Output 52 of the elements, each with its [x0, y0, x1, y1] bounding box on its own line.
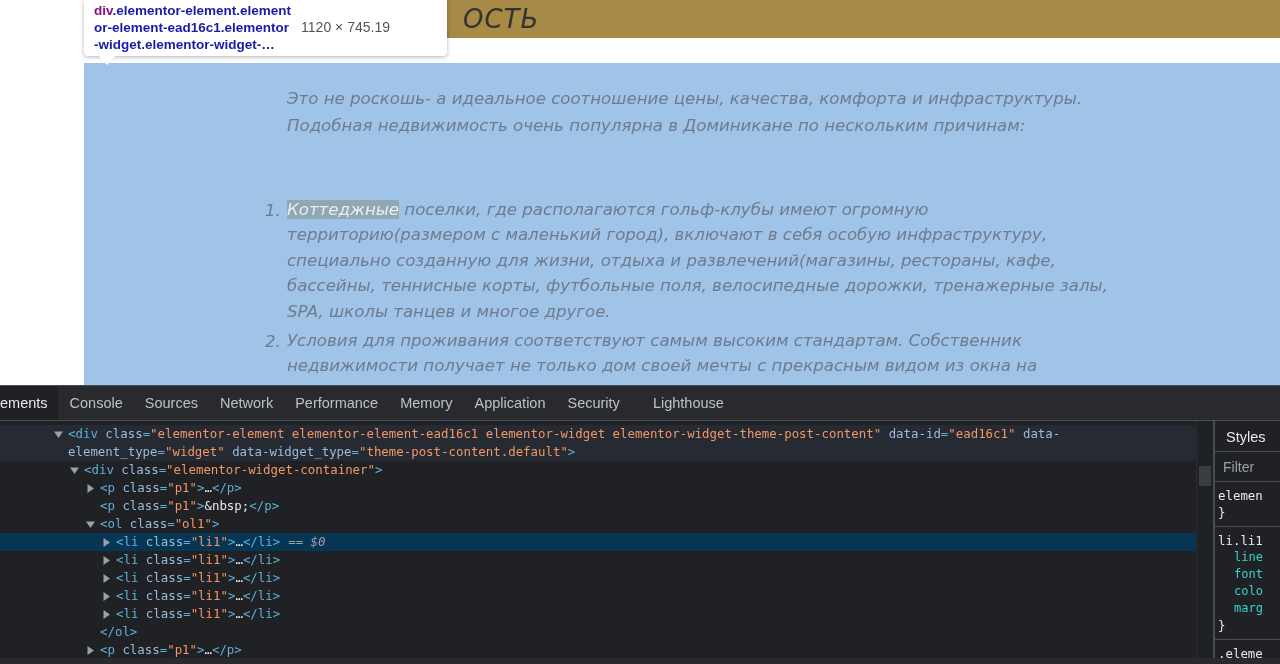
css-property: colo [1233, 583, 1264, 600]
dom-node-code: <p class="p1">…</p> [100, 641, 242, 658]
dom-node-row[interactable]: <ol class="ol1"> [0, 515, 1196, 533]
css-property: line [1233, 549, 1264, 566]
css-selector: .eleme [1218, 645, 1264, 658]
dom-node-row[interactable]: <li class="li1">…</li> [0, 569, 1196, 587]
devtools-tab[interactable]: Network [208, 386, 285, 420]
dom-node-code: <ol class="ol1"> [100, 515, 220, 533]
dom-node-row[interactable]: <li class="li1">…</li> == $0 [0, 533, 1196, 551]
list-item-text: Условия для проживания соответствуют самым высоким стандартам. Собственник недвижимости получает не только дом своей мечты с прекрасным видом из окна на [287, 330, 1039, 378]
dom-node-row[interactable]: <li class="li1">…</li> [0, 587, 1196, 605]
devtools-tab[interactable]: Memory [389, 386, 464, 420]
devtools-tab[interactable]: Lighthouse [641, 386, 735, 420]
dom-node-row[interactable]: <li class="li1">…</li> [0, 551, 1196, 569]
list-item-text: Коттеджные поселки, где располагаются гольф-клубы имеют огромную территорию(размером с маленький город), включают в себя особую инфраструктуру, специально созданную для жизни, отдыха и развлечений(магазины, рестораны, кафе, бассейны, теннисные корты, футбольные поля, велосипедные дорожки, тренажерные залы, SPA, школы танцев и многое другое. [287, 199, 1109, 323]
dom-node-row[interactable] [0, 425, 1196, 461]
dom-node-code: <li class="li1">…</li> [116, 533, 281, 551]
css-property: marg [1233, 600, 1264, 617]
dom-node-code: <li class="li1">…</li> [116, 587, 281, 605]
devtools-tab[interactable]: ements [0, 386, 58, 420]
devtools-tab[interactable]: Console [58, 386, 134, 420]
page-heading: ОСТЬ [463, 3, 541, 36]
scrollbar-thumb[interactable] [1199, 466, 1211, 486]
element-size: 1120 × 745.19 [301, 19, 390, 37]
dom-node-code: <p class="p1">&nbsp;</p> [100, 497, 280, 515]
devtools-tab[interactable]: Security [556, 386, 631, 420]
dom-node-row[interactable]: <p class="p1">…</p> [0, 479, 1196, 497]
dom-node-row[interactable]: <div class="elementor-widget-container"> [0, 461, 1196, 479]
intro-paragraph: Это не роскошь- а идеальное соотношение цены, качества, комфорта и инфраструктуры. Подобная недвижимость очень популярна в Доминикане по нескольким причинам: [287, 88, 1084, 137]
devtools-tab[interactable]: Application [463, 386, 557, 420]
dom-node-code: <li class="li1">…</li> [116, 551, 281, 569]
dom-node-code: <p class="p1">…</p> [100, 479, 242, 497]
closing-brace: } [1218, 617, 1227, 634]
css-property: font [1233, 566, 1264, 583]
dom-node-row[interactable]: <p class="p1">&nbsp;</p> [0, 497, 1196, 515]
dom-node-row[interactable]: <p class="p1">…</p> [0, 641, 1196, 658]
dom-node-row[interactable]: <li class="li1">…</li> [0, 605, 1196, 623]
dom-node-code: <li class="li1">…</li> [116, 605, 281, 623]
css-selector: li.li1 [1218, 532, 1264, 549]
dom-node-code: <div class="elementor-element elementor-element-ead16c1 elementor-widget elementor-widget-theme-post-content" data-id="ead16c1" data-element_type="widget" data-widget_type="theme-post-content.default"> [68, 425, 1062, 461]
devtools-tab[interactable]: Sources [133, 386, 209, 420]
dom-node-code: <div class="elementor-widget-container"> [84, 461, 383, 479]
element-selector: div.elementor-element.element or-element-ead16c1.elementor -widget.elementor-widget-… [94, 2, 292, 54]
devtools-tab[interactable]: Performance [284, 386, 390, 420]
dom-node-row[interactable]: </ol> [0, 623, 1196, 641]
dom-node-code: <li class="li1">…</li> [116, 569, 281, 587]
list-number: 1. [265, 200, 282, 222]
list-number: 2. [265, 331, 282, 354]
selected-node-marker: == $0 [288, 533, 326, 551]
dom-node-code: </ol> [100, 623, 138, 641]
css-selector: elemen [1218, 487, 1264, 504]
closing-brace: } [1218, 504, 1227, 521]
